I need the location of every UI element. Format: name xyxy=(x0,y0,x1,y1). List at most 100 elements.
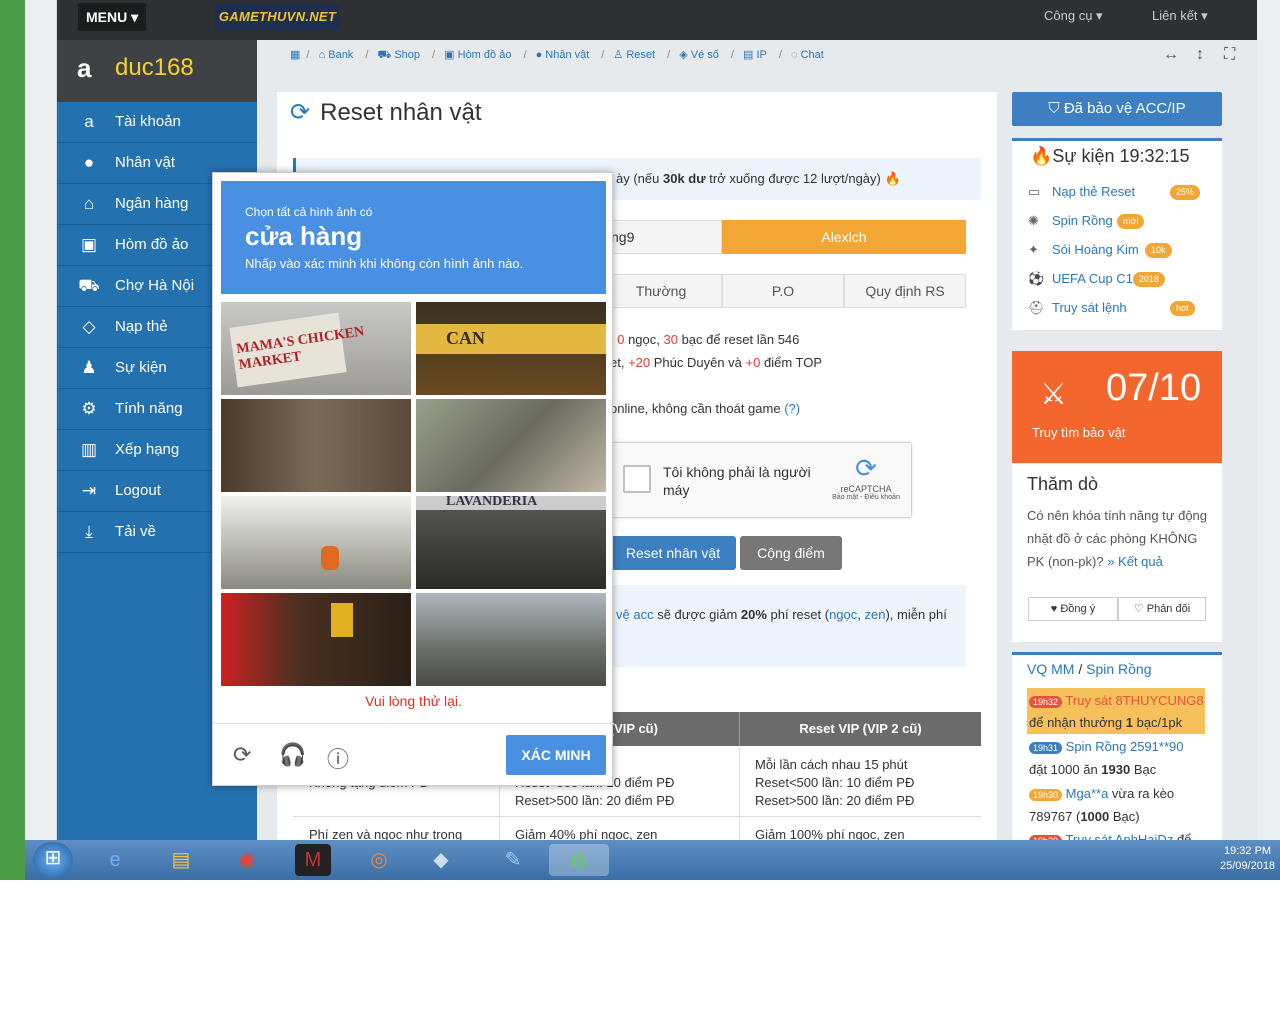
spinner-icon: ✺ xyxy=(1028,213,1039,228)
captcha-tile[interactable] xyxy=(221,496,411,589)
system-clock[interactable]: 19:32 PM 25/09/2018 xyxy=(1220,844,1275,874)
poll-title: Thăm dò xyxy=(1027,474,1099,494)
captcha-instruction: Chọn tất cả hình ảnh có xyxy=(245,205,373,219)
android-icon: ♟ xyxy=(81,358,97,377)
help-link[interactable]: (?) xyxy=(784,401,800,416)
expand-horizontal-icon[interactable]: ↔ xyxy=(1163,46,1179,64)
vq-mm-link[interactable]: VQ MM xyxy=(1027,661,1074,677)
gift-icon: ✦ xyxy=(1028,242,1039,257)
recaptcha-links[interactable]: Bảo mật - Điều khoản xyxy=(831,494,901,501)
breadcrumb-chat[interactable]: ◌ Chat xyxy=(791,49,830,61)
notepad-icon[interactable]: ✎ xyxy=(495,844,531,876)
lucky-spin-box: VQ MM / Spin Rồng 19h32 Truy sát 8THUYCU… xyxy=(1012,652,1222,840)
folder-icon[interactable]: ▤ xyxy=(163,844,199,876)
expand-vertical-icon[interactable]: ↕ xyxy=(1196,46,1204,64)
captcha-header: Chọn tất cả hình ảnh có cửa hàng Nhấp và… xyxy=(221,181,606,294)
captcha-tile[interactable]: CAN xyxy=(416,302,606,395)
amazon-icon: a xyxy=(84,112,94,131)
breadcrumb-lottery[interactable]: ◈ Vé số xyxy=(679,49,725,61)
breadcrumb-character[interactable]: ● Nhân vật xyxy=(536,49,596,61)
audio-icon[interactable]: 🎧 xyxy=(279,742,306,768)
event-item-topup-reset[interactable]: ▭ Nạp thẻ Reset xyxy=(1028,182,1135,202)
recaptcha-logo: ⟳ reCAPTCHA Bảo mật - Điều khoản xyxy=(831,453,901,501)
tab-character-2[interactable]: Alexlch xyxy=(722,220,966,254)
vq-item-detail: đặt 1000 ăn 1930 Bạc xyxy=(1029,762,1157,777)
event-badge: mới xyxy=(1117,214,1145,229)
start-button[interactable]: ⊞ xyxy=(33,842,73,878)
sidebar-item-label: Tải về xyxy=(115,523,156,540)
window-margin-right xyxy=(1257,0,1280,840)
vq-item: 19h29 Truy sát AnhHaiDz để xyxy=(1029,832,1191,840)
recaptcha-checkbox[interactable] xyxy=(623,465,651,493)
sidebar-item-account[interactable]: a Tài khoản xyxy=(57,102,257,143)
coccoc-icon[interactable]: ◍ xyxy=(549,844,609,876)
poll-disagree-button[interactable]: ♡ Phản đối xyxy=(1118,597,1206,621)
fire-icon: 🔥 xyxy=(1030,146,1053,166)
recaptcha-label: Tôi không phải là người máy xyxy=(663,464,811,498)
table-col-divider xyxy=(739,746,740,846)
event-badge: hot xyxy=(1170,301,1195,316)
calendar-icon[interactable]: ▦ xyxy=(290,49,300,61)
fullscreen-icon[interactable]: ⛶ xyxy=(1224,46,1235,64)
bank-icon: ⌂ xyxy=(83,194,95,213)
breadcrumb-ip[interactable]: ▤ IP xyxy=(743,49,773,61)
event-item-uefa[interactable]: ⚽ UEFA Cup C1 xyxy=(1028,269,1133,289)
fire-icon: 🔥 xyxy=(884,171,901,186)
tab-normal[interactable]: Thường xyxy=(600,274,722,308)
breadcrumb-reset[interactable]: ♙ Reset xyxy=(613,49,661,61)
tab-po[interactable]: P.O xyxy=(722,274,844,308)
protected-account-button[interactable]: ⛉ Đã bảo vệ ACC/IP xyxy=(1012,92,1222,126)
broken-heart-icon: ♡ xyxy=(1133,603,1147,615)
reload-icon[interactable]: ⟳ xyxy=(233,742,251,768)
vq-item-detail: để nhận thưởng 1 bạc/1pk xyxy=(1029,715,1183,730)
reset-cost-line: , 0 ngọc, 30 bạc để reset lần 546 xyxy=(610,332,800,347)
table-cell: Mỗi lần cách nhau 15 phút Reset<500 lần: … xyxy=(755,757,915,808)
reset-reward-line: et, +20 Phúc Duyên và +0 điểm TOP xyxy=(610,355,823,370)
tools-dropdown[interactable]: Công cụ ▾ xyxy=(1044,0,1103,32)
add-points-button[interactable]: Cộng điểm xyxy=(740,536,842,570)
event-item-spin[interactable]: ✺ Spin Rồng xyxy=(1028,211,1113,231)
reset-character-button[interactable]: Reset nhân vật xyxy=(610,536,736,570)
treasure-count: 07/10 xyxy=(1106,367,1202,409)
windows-taskbar: ⊞ e ▤ ◉ M ◎ ◆ ✎ ◍ 19:32 PM 25/09/2018 xyxy=(25,840,1280,880)
captcha-tile[interactable] xyxy=(221,593,411,686)
poll-result-link[interactable]: » Kết quả xyxy=(1107,554,1163,569)
vq-item: 19h30 Mga**a vừa ra kèo xyxy=(1029,786,1174,801)
links-dropdown[interactable]: Liên kết ▾ xyxy=(1152,0,1208,32)
captcha-tile[interactable] xyxy=(416,593,606,686)
event-item-hunt[interactable]: ⛑ Truy sát lệnh xyxy=(1028,298,1127,318)
safe-icon: ⛉ xyxy=(1048,100,1064,117)
vq-item: 19h32 Truy sát 8THUYCUNG8 xyxy=(1029,693,1204,708)
tab-reset-rules[interactable]: Quy định RS xyxy=(844,274,966,308)
captcha-tile[interactable] xyxy=(221,399,411,492)
breadcrumb: ▦ / ⌂ Bank / ⛟ Shop / ▣ Hòm đồ ảo / ● Nhân v… xyxy=(290,48,836,63)
captcha-tile[interactable] xyxy=(416,399,606,492)
event-item-wolf[interactable]: ✦ Sói Hoàng Kim xyxy=(1028,240,1139,260)
site-logo[interactable]: GAMETHUVN.NET xyxy=(215,4,340,30)
desktop-edge xyxy=(0,0,25,880)
chrome-icon[interactable]: ◉ xyxy=(229,844,265,876)
recaptcha-icon: ⟳ xyxy=(855,453,877,483)
tab-character-1[interactable]: ng9 xyxy=(600,220,722,254)
ie-icon[interactable]: e xyxy=(97,844,133,876)
captcha-tile[interactable]: LAVANDERIA xyxy=(416,496,606,589)
captcha-tile[interactable]: MAMA'S CHICKEN MARKET xyxy=(221,302,411,395)
poll-agree-button[interactable]: ♥ Đồng ý xyxy=(1028,597,1118,621)
treasure-hunt-box[interactable]: ⚔ 07/10 Truy tìm bảo vật xyxy=(1012,351,1222,463)
verify-button[interactable]: XÁC MINH xyxy=(506,735,606,775)
breadcrumb-bank[interactable]: ⌂ Bank xyxy=(319,49,360,61)
username[interactable]: duc168 xyxy=(115,54,194,81)
heart-icon: ♥ xyxy=(1050,603,1061,615)
event-badge: 10k xyxy=(1145,243,1172,258)
event-badge: 25% xyxy=(1170,185,1201,200)
spin-rong-link[interactable]: Spin Rồng xyxy=(1086,661,1151,677)
user-box: a duc168 xyxy=(57,40,257,102)
menu-button[interactable]: MENU ▾ xyxy=(78,3,147,31)
virtualbox-icon[interactable]: ◆ xyxy=(423,844,459,876)
mu-game-icon[interactable]: M xyxy=(295,844,331,876)
poll-question: Có nên khóa tính năng tự động nhặt đồ ở … xyxy=(1027,508,1208,569)
breadcrumb-shop[interactable]: ⛟ Shop xyxy=(377,49,426,61)
mu-launcher-icon[interactable]: ◎ xyxy=(361,844,397,876)
breadcrumb-chest[interactable]: ▣ Hòm đồ ảo xyxy=(444,49,517,61)
info-icon[interactable]: ⓘ xyxy=(327,742,349,774)
